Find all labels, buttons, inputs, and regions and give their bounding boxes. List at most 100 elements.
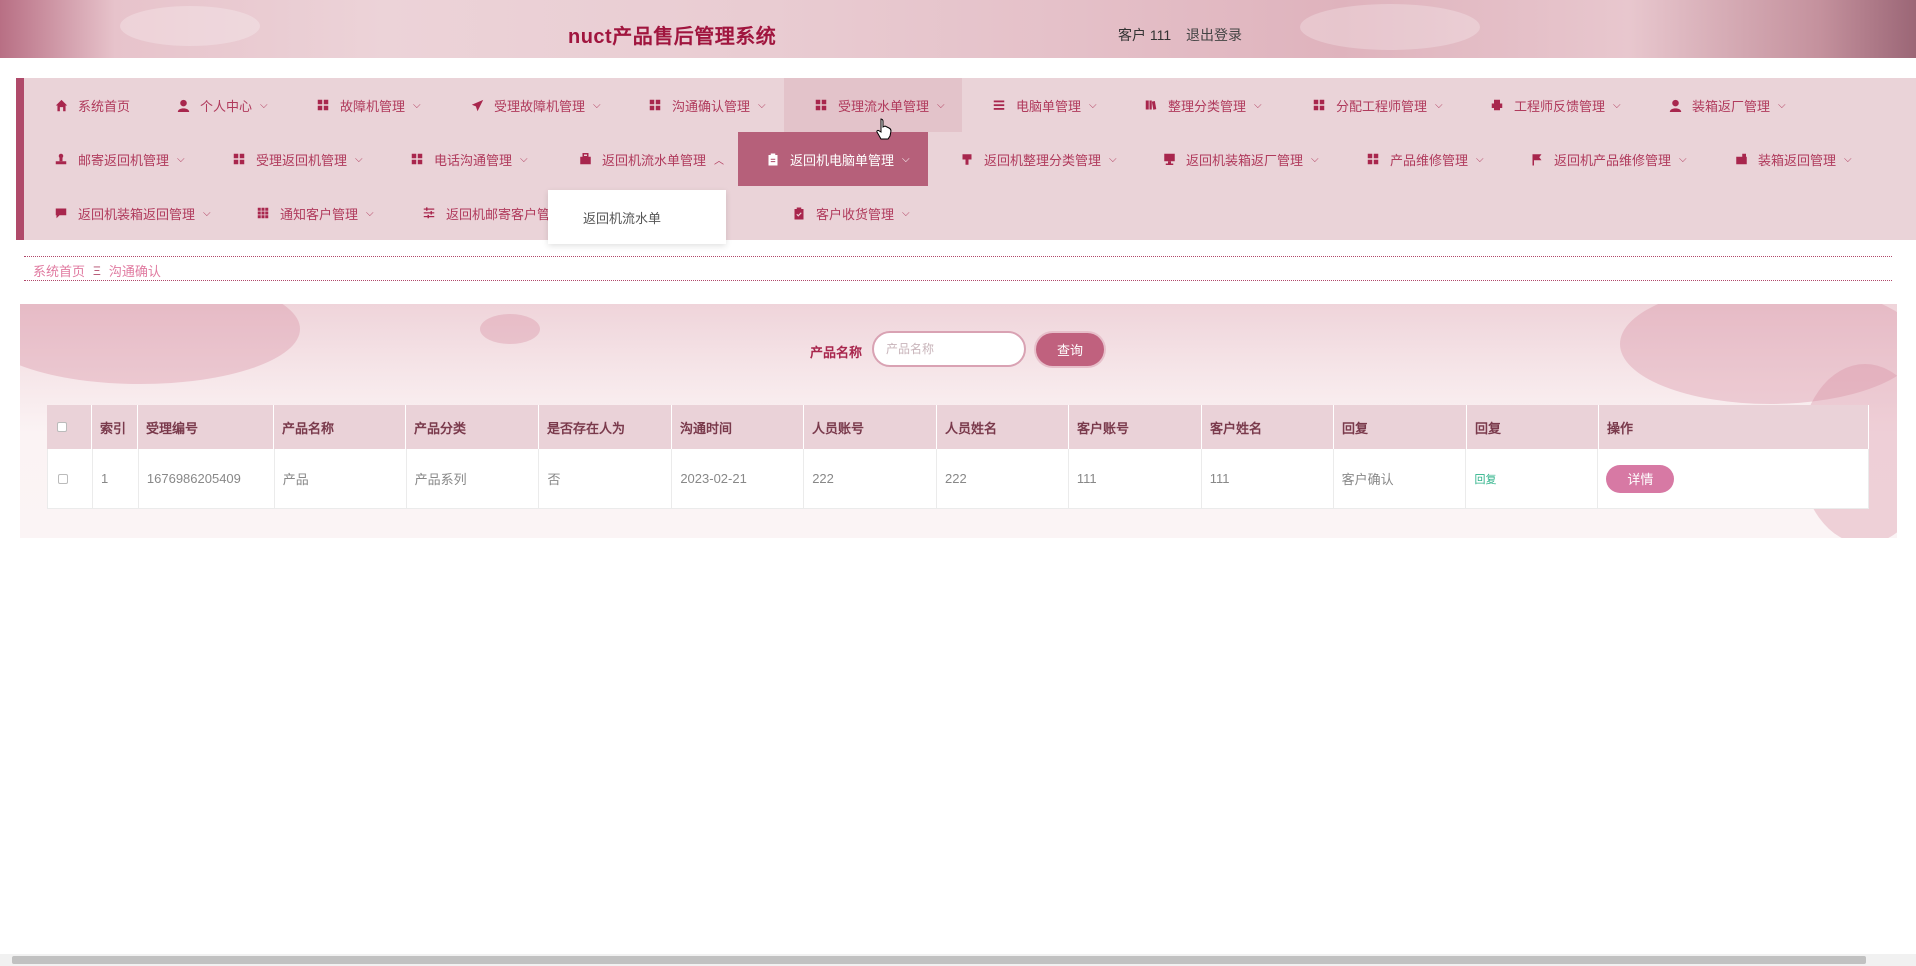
nav-assign-engineer[interactable]: 分配工程师管理 ⌵ [1298,78,1457,132]
select-all-checkbox[interactable] [57,422,67,432]
product-name-input[interactable] [872,331,1026,367]
nav-label: 客户收货管理 [816,206,895,222]
cell-product-category: 产品系列 [407,449,540,508]
cell-staff-name: 222 [937,449,1069,508]
nav-accepted-faulty[interactable]: 受理故障机管理 ⌵ [456,78,615,132]
nav-label: 返回机邮寄客户管理 [446,206,564,222]
nav-label: 返回机整理分类管理 [984,152,1102,168]
cell-staff-account: 222 [804,449,938,508]
row-select-cell[interactable] [48,449,93,508]
nav-box-return[interactable]: 装箱返回管理 ⌵ [1720,132,1866,186]
chevron-down-icon: ⌵ [1311,153,1319,165]
nav-label: 产品维修管理 [1390,152,1469,168]
chevron-down-icon: ⌵ [260,99,268,111]
column-header: 人员姓名 [937,405,1069,449]
nav-label: 个人中心 [200,98,253,114]
chevron-down-icon: ⌵ [1435,99,1443,111]
cell-accept-no: 1676986205409 [139,449,275,508]
nav-personal-center[interactable]: 个人中心 ⌵ [162,78,282,132]
table-header: 索引 受理编号 产品名称 产品分类 是否存在人为 沟通时间 人员账号 人员姓名 … [47,405,1869,449]
nav-engineer-feedback[interactable]: 工程师反馈管理 ⌵ [1476,78,1635,132]
nav-return-box-return[interactable]: 返回机装箱返回管理 ⌵ [40,186,225,240]
sliders-icon [422,206,436,220]
printer-icon [1490,98,1504,112]
nav-return-sort[interactable]: 返回机整理分类管理 ⌵ [946,132,1131,186]
stamp-icon [54,152,68,166]
list-icon [992,98,1006,112]
nav-label: 装箱返厂管理 [1692,98,1771,114]
grid-icon [232,152,246,166]
data-table: 索引 受理编号 产品名称 产品分类 是否存在人为 沟通时间 人员账号 人员姓名 … [47,405,1869,509]
breadcrumb-home[interactable]: 系统首页 [33,261,85,280]
home-icon [54,98,68,112]
reply-link[interactable]: 回复 [1474,471,1496,487]
chevron-down-icon: ⌵ [1679,153,1687,165]
chevron-down-icon: ⌵ [593,99,601,111]
chevron-down-icon: ⌵ [355,153,363,165]
logout-link[interactable]: 退出登录 [1186,25,1242,45]
nav-product-repair[interactable]: 产品维修管理 ⌵ [1352,132,1498,186]
header-decoration [1300,4,1480,50]
chevron-down-icon: ⌵ [1476,153,1484,165]
chevron-down-icon: ⌵ [902,207,910,219]
cell-operations: 详情 [1598,449,1868,508]
cell-product-name: 产品 [275,449,407,508]
nav-mail-return[interactable]: 邮寄返回机管理 ⌵ [40,132,199,186]
nav-home[interactable]: 系统首页 [40,78,144,132]
table-row: 1 1676986205409 产品 产品系列 否 2023-02-21 222… [47,449,1869,509]
column-header: 回复 [1467,405,1599,449]
nav-customer-receipt[interactable]: 客户收货管理 ⌵ [778,186,924,240]
nav-computer-order[interactable]: 电脑单管理 ⌵ [978,78,1111,132]
nav-label: 返回机装箱返回管理 [78,206,196,222]
horizontal-scrollbar[interactable] [0,954,1916,966]
breadcrumb: 系统首页 Ξ 沟通确认 [33,261,161,280]
column-header: 人员账号 [804,405,937,449]
nav-label: 电脑单管理 [1016,98,1082,114]
row-checkbox[interactable] [58,473,68,484]
column-header: 沟通时间 [672,405,804,449]
chevron-down-icon: ⌵ [520,153,528,165]
nav-accept-return[interactable]: 受理返回机管理 ⌵ [218,132,377,186]
nav-label: 受理流水单管理 [838,98,930,114]
nav-faulty-machine[interactable]: 故障机管理 ⌵ [302,78,435,132]
nav-return-box-factory[interactable]: 返回机装箱返厂管理 ⌵ [1148,132,1333,186]
background-decoration [480,314,540,344]
breadcrumb-top-border [24,256,1892,257]
app-title: nuct产品售后管理系统 [568,26,777,48]
detail-button[interactable]: 详情 [1606,464,1675,493]
breadcrumb-current: 沟通确认 [108,264,161,279]
briefcase-icon [578,152,592,166]
nav-return-computer[interactable]: 返回机电脑单管理 ⌵ [738,132,928,186]
grid-icon [1366,152,1380,166]
nav-phone-communication[interactable]: 电话沟通管理 ⌵ [396,132,542,186]
nav-return-product-repair[interactable]: 返回机产品维修管理 ⌵ [1516,132,1701,186]
nav-return-flow[interactable]: 返回机流水单管理 ︿ [548,132,738,186]
dropdown-item-label: 返回机流水单 [583,210,662,226]
chevron-down-icon: ⌵ [1778,99,1786,111]
chevron-down-icon: ⌵ [413,99,421,111]
nav-sort-classification[interactable]: 整理分类管理 ⌵ [1130,78,1276,132]
flag-icon [1530,152,1544,166]
nav-label: 返回机流水单管理 [602,152,707,168]
nav-label: 工程师反馈管理 [1514,98,1606,114]
header-select-all[interactable] [47,405,92,449]
column-header: 客户账号 [1069,405,1202,449]
search-label: 产品名称 [810,345,863,360]
cell-communication-time: 2023-02-21 [672,449,805,508]
cell-reply-action: 回复 [1466,449,1599,508]
search-button[interactable]: 查询 [1036,333,1104,366]
chevron-down-icon: ⌵ [1254,99,1262,111]
nav-communication-confirm[interactable]: 沟通确认管理 ⌵ [634,78,780,132]
nav-accepted-flow[interactable]: 受理流水单管理 ⌵ [784,78,962,132]
cell-human-caused: 否 [539,449,673,508]
nav-notify-customer[interactable]: 通知客户管理 ⌵ [242,186,388,240]
nav-label: 邮寄返回机管理 [78,152,170,168]
nav-box-return-factory[interactable]: 装箱返厂管理 ⌵ [1654,78,1800,132]
column-header: 产品名称 [274,405,406,449]
grid-icon [648,98,662,112]
chevron-down-icon: ⌵ [1109,153,1117,165]
dropdown-item-return-flow[interactable]: 返回机流水单 [548,190,726,244]
grid-icon [410,152,424,166]
column-header: 客户姓名 [1202,405,1334,449]
scrollbar-thumb[interactable] [12,956,1866,964]
